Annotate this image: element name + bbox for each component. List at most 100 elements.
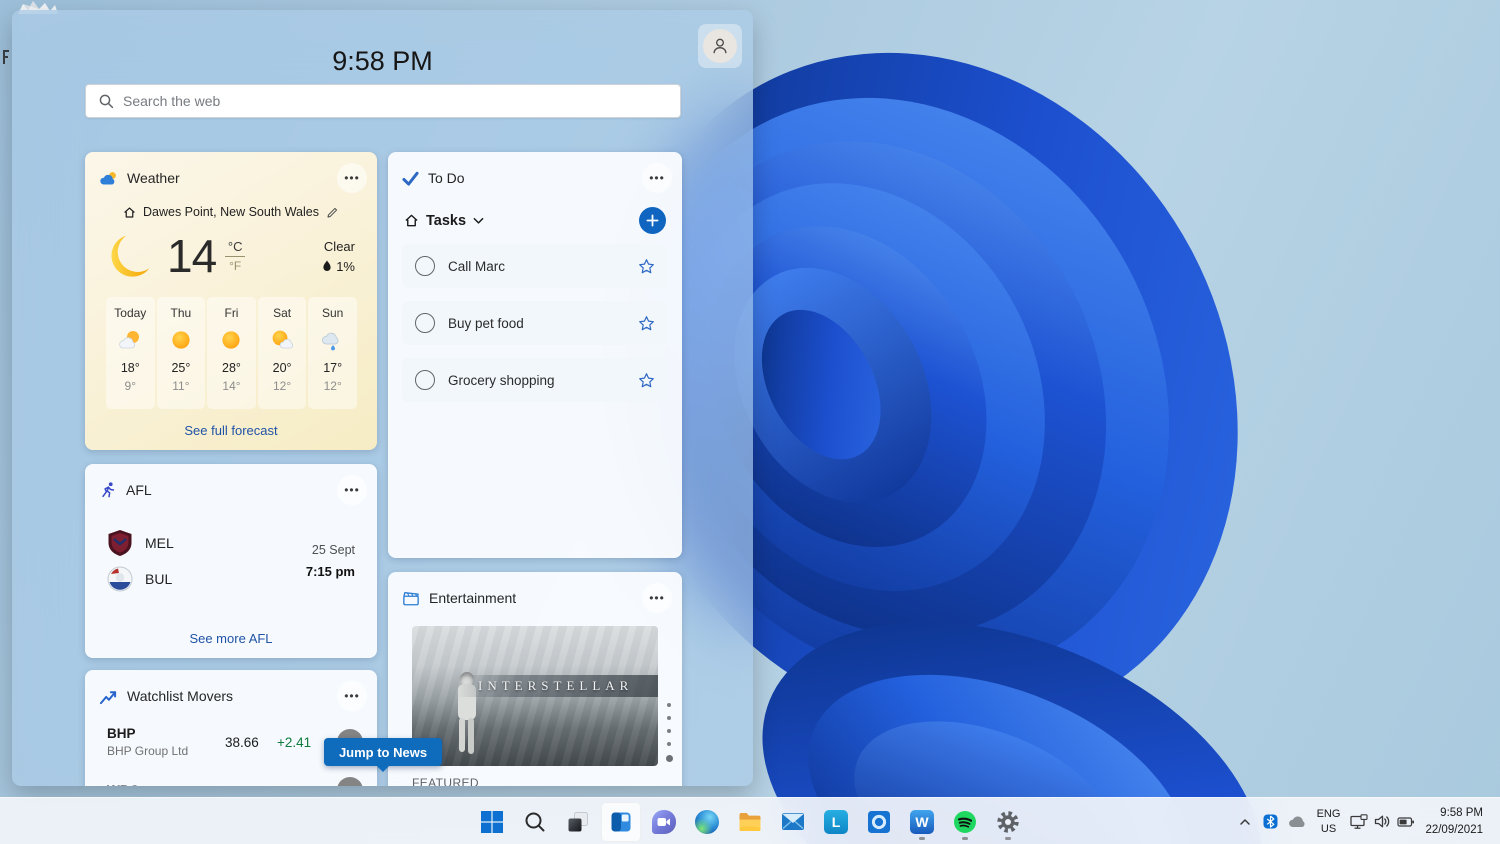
taskbar: L W ENG US 9:58 PM 22/09/2021 xyxy=(0,797,1500,844)
weather-more-button[interactable]: ••• xyxy=(337,163,367,193)
region-code: US xyxy=(1320,822,1337,835)
cortana-button[interactable] xyxy=(859,802,899,842)
afl-title: AFL xyxy=(126,482,152,498)
forecast-day-today[interactable]: Today 18° 9° xyxy=(106,297,155,409)
task-list-selector[interactable]: Tasks xyxy=(404,213,484,229)
mail-icon xyxy=(782,813,804,830)
team-home-row: MEL xyxy=(107,529,174,557)
home-icon xyxy=(124,206,135,218)
task-row[interactable]: Buy pet food xyxy=(402,301,668,345)
chevron-up-icon xyxy=(1239,818,1250,825)
task-complete-checkbox[interactable] xyxy=(415,313,435,333)
onedrive-tray-button[interactable] xyxy=(1283,804,1312,840)
task-complete-checkbox[interactable] xyxy=(415,256,435,276)
system-tray: ENG US 9:58 PM 22/09/2021 xyxy=(1232,798,1492,844)
sunny-icon xyxy=(172,331,190,349)
task-row[interactable]: Call Marc xyxy=(402,244,668,288)
running-indicator xyxy=(1005,836,1011,840)
bluetooth-tray-button[interactable] xyxy=(1258,804,1283,840)
forecast-day-fri[interactable]: Fri 28° 14° xyxy=(207,297,256,409)
weather-icon xyxy=(100,171,116,184)
entertainment-title: Entertainment xyxy=(429,590,517,606)
word-button[interactable]: W xyxy=(902,802,942,842)
edge-browser-button[interactable] xyxy=(687,802,727,842)
bluetooth-icon xyxy=(1263,814,1278,829)
settings-button[interactable] xyxy=(988,802,1028,842)
match-date: 25 Sept xyxy=(311,542,355,557)
mel-team-logo xyxy=(108,530,132,556)
chat-button[interactable] xyxy=(644,802,684,842)
featured-badge: FEATURED xyxy=(412,776,479,786)
edge-icon xyxy=(695,809,719,834)
precipitation-value: 1% xyxy=(336,259,355,274)
weather-condition: Clear xyxy=(323,239,355,254)
task-complete-checkbox[interactable] xyxy=(415,370,435,390)
todo-more-button[interactable]: ••• xyxy=(642,163,672,193)
panel-scroll-indicator[interactable] xyxy=(665,703,673,771)
edit-pencil-icon[interactable] xyxy=(326,206,339,219)
weather-title: Weather xyxy=(127,170,180,186)
star-favorite-icon[interactable] xyxy=(638,315,655,332)
start-button[interactable] xyxy=(472,802,512,842)
task-list-name: Tasks xyxy=(426,212,467,229)
tray-overflow-button[interactable] xyxy=(1232,804,1258,840)
task-row[interactable]: Grocery shopping xyxy=(402,358,668,402)
afl-more-button[interactable]: ••• xyxy=(337,475,367,505)
tray-date: 22/09/2021 xyxy=(1425,823,1483,836)
network-volume-battery-group[interactable] xyxy=(1345,804,1420,840)
web-search-bar[interactable] xyxy=(85,84,681,118)
task-view-button[interactable] xyxy=(558,802,598,842)
see-full-forecast-link[interactable]: See full forecast xyxy=(85,423,377,438)
precipitation-droplet-icon xyxy=(323,260,331,271)
jump-to-news-button[interactable]: Jump to News xyxy=(324,738,442,766)
sunny-icon xyxy=(222,331,241,349)
taskbar-search-button[interactable] xyxy=(515,802,555,842)
team-away-abbr: BUL xyxy=(145,571,173,587)
chevron-down-icon xyxy=(473,217,484,224)
match-time: 7:15 pm xyxy=(305,563,355,579)
weather-location-row[interactable]: Dawes Point, New South Wales xyxy=(85,205,377,219)
forecast-day-sun[interactable]: Sun 17° 12° xyxy=(308,297,357,409)
profile-button[interactable] xyxy=(698,24,742,68)
stock-row-wbc[interactable]: WBC xyxy=(85,770,377,786)
weather-widget: Weather ••• Dawes Point, New South Wales… xyxy=(85,152,377,450)
file-explorer-button[interactable] xyxy=(730,802,770,842)
tray-time: 9:58 PM xyxy=(1440,806,1483,819)
todo-title: To Do xyxy=(428,170,465,186)
spotify-icon xyxy=(954,810,976,833)
see-more-afl-link[interactable]: See more AFL xyxy=(85,631,377,646)
forecast-day-thu[interactable]: Thu 25° 11° xyxy=(156,297,206,409)
language-switcher[interactable]: ENG US xyxy=(1312,804,1346,840)
forecast-day-sat[interactable]: Sat 20° 12° xyxy=(257,297,307,409)
mostly-sunny-icon xyxy=(272,330,294,349)
l-app-button[interactable]: L xyxy=(816,802,856,842)
file-explorer-icon xyxy=(739,812,761,831)
video-camera-glyph xyxy=(657,817,670,826)
clock-tray-button[interactable]: 9:58 PM 22/09/2021 xyxy=(1420,804,1492,840)
movie-poster-interstellar[interactable]: INTERSTELLAR xyxy=(412,626,658,766)
clapperboard-icon xyxy=(403,591,419,605)
chat-icon xyxy=(652,809,676,834)
add-task-button[interactable] xyxy=(639,207,666,234)
unit-celsius[interactable]: °C xyxy=(228,239,243,254)
mail-button[interactable] xyxy=(773,802,813,842)
gear-icon xyxy=(997,810,1019,833)
language-code: ENG xyxy=(1316,808,1341,821)
plus-icon xyxy=(646,214,659,227)
avatar xyxy=(703,29,737,63)
word-icon: W xyxy=(910,809,934,834)
star-favorite-icon[interactable] xyxy=(638,372,655,389)
desktop-icon-label-fragment xyxy=(3,50,10,64)
spotify-button[interactable] xyxy=(945,802,985,842)
widgets-button[interactable] xyxy=(601,801,641,842)
unit-toggle[interactable]: °C °F xyxy=(222,239,248,273)
partly-cloudy-icon xyxy=(119,331,140,349)
watchlist-more-button[interactable]: ••• xyxy=(337,681,367,711)
running-indicator xyxy=(919,836,925,840)
search-input[interactable] xyxy=(123,93,668,109)
afl-match[interactable]: MEL BUL 25 Sept 7:15 pm xyxy=(85,513,377,592)
unit-divider xyxy=(225,256,246,257)
entertainment-more-button[interactable]: ••• xyxy=(642,583,672,613)
star-favorite-icon[interactable] xyxy=(638,258,655,275)
unit-fahrenheit[interactable]: °F xyxy=(229,259,241,273)
